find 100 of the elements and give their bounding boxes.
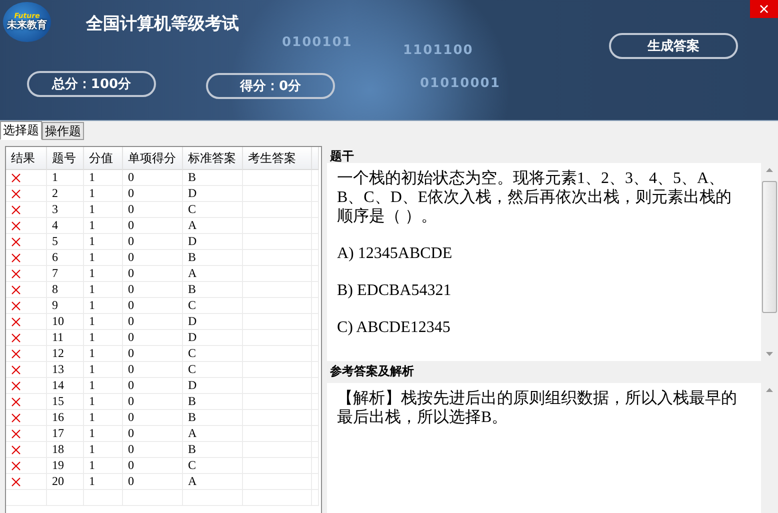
table-cell: 12: [52, 346, 64, 361]
table-cell: A: [188, 266, 197, 281]
table-cell: 19: [52, 458, 64, 473]
table-cell: 1: [89, 346, 95, 361]
section-heading: 参考答案及解析: [329, 363, 415, 378]
table-cell: 1: [89, 362, 95, 377]
question-text: 一个栈的初始状态为空。现将元素1、2、3、4、5、A、B、C、D、E依次入栈，然后再依次出栈，则元素出栈的顺序是（ ）。: [337, 169, 733, 226]
table-cell: 1: [89, 186, 95, 201]
tab[interactable]: 操作题: [42, 122, 84, 140]
question-text: C) ABCDE12345: [337, 318, 452, 337]
column-header: 题号: [47, 147, 84, 170]
table-cell: C: [188, 202, 196, 217]
table-cell: 0: [128, 266, 134, 281]
table-cell: 14: [52, 378, 64, 393]
table-cell: 15: [52, 394, 64, 409]
table-cell: 1: [89, 426, 95, 441]
table-cell: 16: [52, 410, 64, 425]
table-cell: 1: [89, 218, 95, 233]
table-cell: 1: [52, 170, 58, 185]
table-cell: 17: [52, 426, 64, 441]
table-cell: 1: [89, 410, 95, 425]
table-cell: 1: [89, 314, 95, 329]
table-cell: 1: [89, 234, 95, 249]
table-cell: D: [188, 330, 197, 345]
table-cell: 0: [128, 346, 134, 361]
tab[interactable]: 选择题: [0, 121, 42, 140]
table-cell: 1: [89, 394, 95, 409]
table-cell: B: [188, 250, 196, 265]
table-cell: 9: [52, 298, 58, 313]
table-cell: 6: [52, 250, 58, 265]
table-cell: 0: [128, 202, 134, 217]
table-cell: 0: [128, 410, 134, 425]
table-cell: 1: [89, 458, 95, 473]
column-header: 分值: [84, 147, 123, 170]
table-cell: 7: [52, 266, 58, 281]
table-cell: 0: [128, 250, 134, 265]
table-cell: 0: [128, 426, 134, 441]
table-cell: 1: [89, 202, 95, 217]
table-cell: 0: [128, 394, 134, 409]
table-cell: 0: [128, 378, 134, 393]
table-cell: B: [188, 282, 196, 297]
question-text: B) EDCBA54321: [337, 281, 452, 300]
table-cell: C: [188, 298, 196, 313]
table-cell: 3: [52, 202, 58, 217]
table-cell: 0: [128, 330, 134, 345]
column-header: 单项得分: [123, 147, 183, 170]
table-cell: 1: [89, 170, 95, 185]
table-cell: A: [188, 426, 197, 441]
table-cell: C: [188, 458, 196, 473]
table-cell: 0: [128, 234, 134, 249]
table-cell: 0: [128, 170, 134, 185]
background-digits: 01010001: [420, 76, 500, 91]
table-cell: D: [188, 234, 197, 249]
table-cell: 0: [128, 474, 134, 489]
table-cell: 1: [89, 282, 95, 297]
generate-answers-button[interactable]: 生成答案: [609, 33, 738, 59]
scroll-up-icon[interactable]: [766, 168, 773, 172]
table-cell: 0: [128, 298, 134, 313]
table-cell: D: [188, 378, 197, 393]
analysis-text: 【解析】栈按先进后出的原则组织数据，所以入栈最早的最后出栈，所以选择B。: [337, 389, 738, 427]
table-cell: 0: [128, 458, 134, 473]
table-cell: 20: [52, 474, 64, 489]
window-title: 全国计算机等级考试: [86, 13, 239, 35]
earned-score-label: 得分：0分: [206, 73, 335, 99]
total-score-label: 总分：100分: [27, 71, 156, 97]
scrollbar-thumb[interactable]: [762, 181, 777, 313]
table-cell: 5: [52, 234, 58, 249]
table-cell: 18: [52, 442, 64, 457]
column-header: 结果: [6, 147, 47, 170]
scrollbar[interactable]: [761, 383, 778, 513]
table-cell: 2: [52, 186, 58, 201]
section-heading: 题干: [328, 148, 355, 163]
table-cell: 8: [52, 282, 58, 297]
table-cell: 1: [89, 378, 95, 393]
table-cell: 0: [128, 186, 134, 201]
background-digits: 0100101: [282, 35, 352, 50]
table-cell: B: [188, 170, 196, 185]
table-cell: 0: [128, 218, 134, 233]
table-cell: 1: [89, 474, 95, 489]
scroll-up-icon[interactable]: [766, 388, 773, 392]
table-cell: A: [188, 474, 197, 489]
table-cell: D: [188, 186, 197, 201]
scroll-down-icon[interactable]: [766, 352, 773, 356]
table-cell: 0: [128, 442, 134, 457]
table-cell: B: [188, 410, 196, 425]
close-button[interactable]: ×: [750, 0, 778, 18]
table-cell: 0: [128, 314, 134, 329]
table-cell: D: [188, 314, 197, 329]
table-cell: 0: [128, 362, 134, 377]
table-cell: A: [188, 218, 197, 233]
table-cell: C: [188, 362, 196, 377]
table-cell: 13: [52, 362, 64, 377]
table-cell: 1: [89, 266, 95, 281]
column-header: 考生答案: [243, 147, 312, 170]
background-digits: 1101100: [403, 43, 474, 58]
column-header: 标准答案: [183, 147, 243, 170]
column-header: [312, 147, 319, 170]
table-cell: C: [188, 346, 196, 361]
table-cell: 4: [52, 218, 58, 233]
table-cell: 1: [89, 298, 95, 313]
